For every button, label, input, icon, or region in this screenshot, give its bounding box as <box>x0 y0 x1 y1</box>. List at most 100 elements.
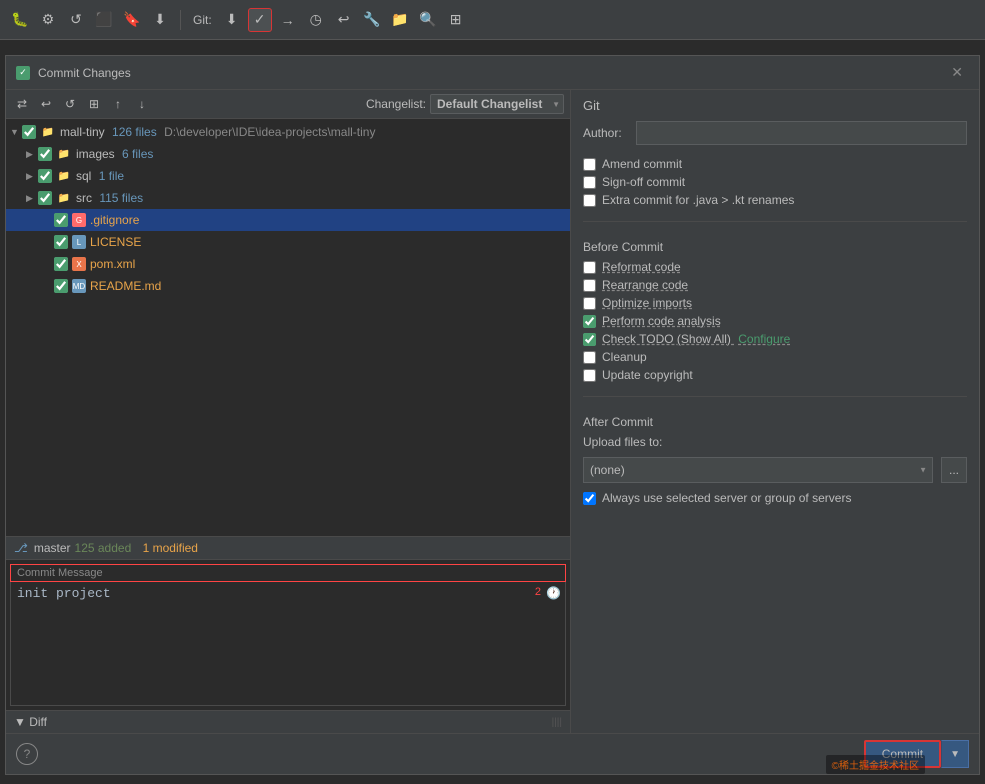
group-icon[interactable]: ⊞ <box>84 94 104 114</box>
git-revert-icon[interactable]: ↩ <box>332 8 356 32</box>
bookmark-icon[interactable]: 🔖 <box>120 8 144 32</box>
branch-icon: ⎇ <box>14 541 28 555</box>
commit-arrow-button[interactable]: ▼ <box>941 740 969 768</box>
before-commit-title: Before Commit <box>583 240 967 254</box>
tree-checkbox-readme[interactable] <box>54 279 68 293</box>
always-label[interactable]: Always use selected server or group of s… <box>602 491 851 505</box>
amend-commit-checkbox[interactable] <box>583 158 596 171</box>
rearrange-row: Rearrange code <box>583 278 967 292</box>
author-label: Author: <box>583 126 628 140</box>
tree-checkbox-sql[interactable] <box>38 169 52 183</box>
tree-checkbox-images[interactable] <box>38 147 52 161</box>
license-icon: L <box>72 235 86 249</box>
rearrange-label[interactable]: Rearrange code <box>602 278 688 292</box>
copyright-label[interactable]: Update copyright <box>602 368 693 382</box>
help-button[interactable]: ? <box>16 743 38 765</box>
git-deploy-icon[interactable]: 📁 <box>388 8 412 32</box>
analyze-label[interactable]: Perform code analysis <box>602 314 721 328</box>
dialog-title-icon: ✓ <box>16 66 30 80</box>
reformat-row: Reformat code <box>583 260 967 274</box>
reformat-label[interactable]: Reformat code <box>602 260 681 274</box>
sign-off-row: Sign-off commit <box>583 175 967 189</box>
commit-area: Commit Message init project 2 🕐 <box>6 560 570 710</box>
cleanup-label[interactable]: Cleanup <box>602 350 647 364</box>
cleanup-checkbox[interactable] <box>583 351 596 364</box>
sort-desc-icon[interactable]: ↓ <box>132 94 152 114</box>
tree-checkbox-mall-tiny[interactable] <box>22 125 36 139</box>
optimize-label[interactable]: Optimize imports <box>602 296 692 310</box>
tree-checkbox-src[interactable] <box>38 191 52 205</box>
commit-dialog: ✓ Commit Changes ✕ ⇄ ↩ ↺ ⊞ ↑ ↓ Changelis… <box>5 55 980 775</box>
tree-item-license[interactable]: ▶ L LICENSE <box>6 231 570 253</box>
tree-item-images[interactable]: ▶ 📁 images 6 files <box>6 143 570 165</box>
git-push-icon[interactable]: → <box>276 8 300 32</box>
changelist-label: Changelist: <box>366 97 426 111</box>
tree-name-license: LICENSE <box>90 235 566 249</box>
more-icon[interactable]: ⊞ <box>444 8 468 32</box>
right-panel: Git Author: Amend commit Sign-off commit… <box>571 90 979 733</box>
refresh-icon[interactable]: ↺ <box>64 8 88 32</box>
redo-icon[interactable]: ↺ <box>60 94 80 114</box>
git-label: Git: <box>193 13 212 27</box>
bug-icon[interactable]: 🐛 <box>8 8 32 32</box>
extra-commit-checkbox[interactable] <box>583 194 596 207</box>
divider-after-commit <box>583 396 967 397</box>
commit-counter: 2 <box>535 586 541 598</box>
changelist-select[interactable]: Default Changelist <box>430 94 564 114</box>
left-panel: ⇄ ↩ ↺ ⊞ ↑ ↓ Changelist: Default Changeli… <box>6 90 571 733</box>
sign-off-checkbox[interactable] <box>583 176 596 189</box>
diff-bar: ▼ Diff |||| <box>6 710 570 733</box>
git-fetch-icon[interactable]: ⬇ <box>220 8 244 32</box>
tree-arrow-sql: ▶ <box>26 171 38 182</box>
git-tools-icon[interactable]: 🔧 <box>360 8 384 32</box>
upload-select[interactable]: (none) <box>583 457 933 483</box>
todo-label[interactable]: Check TODO (Show All) Configure <box>602 332 790 346</box>
tree-checkbox-pom[interactable] <box>54 257 68 271</box>
arrows-icon[interactable]: ⇄ <box>12 94 32 114</box>
configure-link[interactable]: Configure <box>738 332 790 346</box>
optimize-checkbox[interactable] <box>583 297 596 310</box>
amend-commit-label[interactable]: Amend commit <box>602 157 682 171</box>
git-history-icon[interactable]: ◷ <box>304 8 328 32</box>
rearrange-checkbox[interactable] <box>583 279 596 292</box>
sort-asc-icon[interactable]: ↑ <box>108 94 128 114</box>
settings-icon[interactable]: ⚙ <box>36 8 60 32</box>
tree-item-sql[interactable]: ▶ 📁 sql 1 file <box>6 165 570 187</box>
always-checkbox[interactable] <box>583 492 596 505</box>
tree-item-mall-tiny[interactable]: ▼ 📁 mall-tiny 126 files D:\developer\IDE… <box>6 121 570 143</box>
undo-icon[interactable]: ↩ <box>36 94 56 114</box>
tree-item-readme[interactable]: ▶ MD README.md <box>6 275 570 297</box>
extra-commit-label[interactable]: Extra commit for .java > .kt renames <box>602 193 794 207</box>
author-input[interactable] <box>636 121 967 145</box>
search-icon[interactable]: 🔍 <box>416 8 440 32</box>
modified-count: 1 modified <box>143 541 198 555</box>
tree-item-gitignore[interactable]: ▶ G .gitignore <box>6 209 570 231</box>
folder-icon-images: 📁 <box>56 146 72 162</box>
commit-textarea[interactable]: init project <box>11 582 565 702</box>
stop-icon[interactable]: ⬛ <box>92 8 116 32</box>
tree-item-pom[interactable]: ▶ X pom.xml <box>6 253 570 275</box>
xml-icon: X <box>72 257 86 271</box>
sign-off-label[interactable]: Sign-off commit <box>602 175 685 189</box>
main-toolbar: 🐛 ⚙ ↺ ⬛ 🔖 ⬇ Git: ⬇ ✓ → ◷ ↩ 🔧 📁 🔍 ⊞ <box>0 0 985 40</box>
dialog-close-button[interactable]: ✕ <box>945 62 969 83</box>
tree-checkbox-license[interactable] <box>54 235 68 249</box>
md-icon: MD <box>72 279 86 293</box>
folder-icon-sql: 📁 <box>56 168 72 184</box>
git-commit-icon[interactable]: ✓ <box>248 8 272 32</box>
diff-label: ▼ Diff <box>14 715 47 729</box>
analyze-checkbox[interactable] <box>583 315 596 328</box>
upload-browse-button[interactable]: ... <box>941 457 967 483</box>
file-tree: ▼ 📁 mall-tiny 126 files D:\developer\IDE… <box>6 119 570 536</box>
copyright-checkbox[interactable] <box>583 369 596 382</box>
tree-arrow-src: ▶ <box>26 193 38 204</box>
tree-checkbox-gitignore[interactable] <box>54 213 68 227</box>
todo-checkbox[interactable] <box>583 333 596 346</box>
reformat-checkbox[interactable] <box>583 261 596 274</box>
download-icon[interactable]: ⬇ <box>148 8 172 32</box>
git-file-icon: G <box>72 213 86 227</box>
amend-commit-row: Amend commit <box>583 157 967 171</box>
tree-item-src[interactable]: ▶ 📁 src 115 files <box>6 187 570 209</box>
branch-name: master <box>34 541 71 555</box>
dialog-title-text: Commit Changes <box>38 66 131 80</box>
